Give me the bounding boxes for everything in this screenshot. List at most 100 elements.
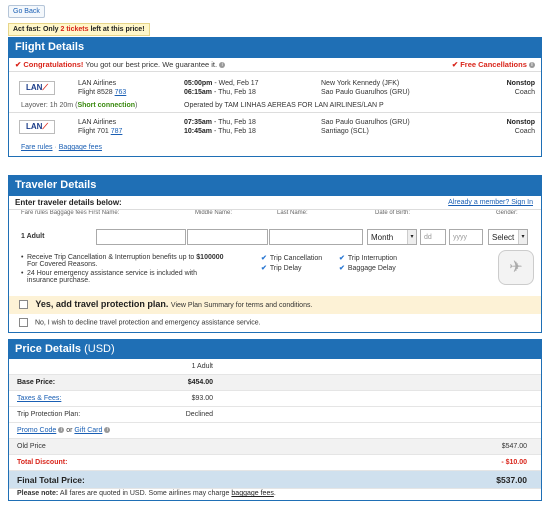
flight-segment: LAN⟋ LAN Airlines Flight 8528 763 05:00p… [9,79,541,101]
flight-segment: LAN⟋ LAN Airlines Flight 701 787 07:35am… [9,118,541,140]
fare-links: Fare rules · Baggage fees [21,144,102,151]
header-first-name: First Name: [88,210,120,216]
fare-rules-link[interactable]: Fare rules [21,144,53,151]
middle-name-input[interactable] [187,229,268,245]
terms-text: for terms and conditions. [235,302,313,309]
chevron-down-icon: ▾ [518,230,527,244]
discount-value: - $10.00 [501,459,527,466]
dob-year-input[interactable]: yyyy [449,229,483,245]
promo-row: Promo Code i or Gift Card i [9,423,541,439]
airline-logo: LAN⟋ [19,120,55,134]
congrats-text: You got our best price. We guarantee it. [85,60,218,69]
price-column-header: 1 Adult [9,359,541,375]
protection-bullets: Receive Trip Cancellation & Interruption… [21,254,261,286]
enter-details-row: Enter traveler details below: Already a … [9,196,541,210]
traveler-details-panel: Traveler Details Enter traveler details … [8,175,542,333]
benefit-item: ✔ Baggage Delay [339,264,397,274]
protection-row: Trip Protection Plan: Declined [9,407,541,423]
dep-day: - Wed, Feb 17 [212,80,259,87]
bullet2-text: 24 Hour emergency assistance service is … [27,270,198,284]
old-price-row: Old Price $547.00 [9,439,541,455]
price-note: Please note: All fares are quoted in USD… [17,490,276,497]
plan-summary-link[interactable]: View Plan Summary [171,302,234,309]
banner-only: Only [42,26,59,33]
flight-number: Flight 8528 763 [78,89,126,96]
info-icon[interactable]: i [529,62,535,69]
free-cancellations: ✔ Free Cancellations i [452,60,535,69]
airplane-shield-icon: ✈ [498,250,534,285]
gender-select[interactable]: Select ▾ [488,229,528,245]
benefit-label: Trip Cancellation [269,255,323,262]
month-value: Month [371,233,394,242]
go-back-button[interactable]: Go Back [8,5,45,18]
check-icon: ✔ [15,60,22,69]
info-icon[interactable]: i [219,62,226,69]
final-total-label: Final Total Price: [17,475,85,485]
note-text: All fares are quoted in USD. Some airlin… [59,490,230,497]
traveler-row-label: 1 Adult [21,233,45,240]
discount-label: Total Discount: [17,459,68,466]
arrival-time: 10:45am - Thu, Feb 18 [184,128,256,135]
cabin-class: Coach [514,89,535,96]
destination-airport: Sao Paulo Guarulhos (GRU) [321,89,410,96]
dep-time: 07:35am [184,119,213,126]
benefit-item: ✔ Trip Cancellation [261,254,322,264]
checkmark-icon: ✔ [339,255,345,262]
taxes-row: Taxes & Fees: $93.00 [9,391,541,407]
flight-number: Flight 701 787 [78,128,122,135]
taxes-value: $93.00 [191,395,213,402]
dep-time: 05:00pm [184,80,213,87]
bullet1-text: Receive Trip Cancellation & Interruption… [27,254,195,261]
act-fast-banner: Act fast: Only 2 tickets left at this pr… [8,23,150,36]
baggage-fees-note-link[interactable]: baggage fees [231,490,273,497]
final-total-value: $537.00 [496,475,527,485]
arr-day: - Thu, Feb 18 [212,89,256,96]
logo-mark: ⟋ [42,122,49,131]
last-name-input[interactable] [269,229,363,245]
dob-month-select[interactable]: Month ▾ [367,229,417,245]
logo-text: LAN [25,83,43,92]
checkmark-icon: ✔ [339,265,345,272]
decline-protection-checkbox[interactable] [19,318,28,327]
decline-protection-row[interactable]: No, I wish to decline travel protection … [19,318,261,327]
gender-value: Select [492,233,515,242]
price-details-title: Price Details (USD) [9,340,541,359]
info-icon[interactable]: i [104,427,111,434]
aircraft-link[interactable]: 763 [115,89,127,96]
baggage-fees-link[interactable]: Baggage fees [59,144,102,151]
price-title: Price Details [15,343,82,355]
bullet1-amount: $100000 [196,254,224,261]
flight-label: Flight 8528 [78,89,113,96]
taxes-fees-link[interactable]: Taxes & Fees: [17,395,61,402]
bullet-item: 24 Hour emergency assistance service is … [21,270,221,284]
promo-code-link[interactable]: Promo Code [17,427,56,434]
flight-details-title: Flight Details [9,38,541,58]
dob-day-input[interactable]: dd [420,229,446,245]
first-name-input[interactable] [96,229,186,245]
banner-count: 2 tickets [60,26,89,33]
aircraft-link[interactable]: 787 [111,128,123,135]
airline-name: LAN Airlines [78,119,117,126]
overlap-baggage-fees: Baggage fees [49,210,87,216]
old-price-label: Old Price [17,443,46,450]
column-header-overlap: Fare rules Baggage fees First Name: [21,210,181,217]
divider [9,112,541,113]
old-price-value: $547.00 [501,443,527,450]
price-unit: (USD) [84,343,115,355]
gift-card-link[interactable]: Gift Card [74,427,102,434]
airline-name: LAN Airlines [78,80,117,87]
airline-logo: LAN⟋ [19,81,55,95]
traveler-details-title: Traveler Details [9,176,541,196]
discount-row: Total Discount: - $10.00 [9,455,541,471]
free-cancel-label: Free Cancellations [460,60,527,69]
decline-protection-label: No, I wish to decline travel protection … [34,319,261,327]
overlap-fare-rules: Fare rules [21,210,49,216]
add-protection-checkbox[interactable] [19,300,28,310]
departure-time: 05:00pm - Wed, Feb 17 [184,80,259,87]
info-icon[interactable]: i [58,427,65,434]
benefit-item: ✔ Trip Delay [261,264,322,274]
add-protection-row[interactable]: Yes, add travel protection plan. View Pl… [9,296,541,314]
sign-in-link[interactable]: Already a member? Sign In [448,199,533,206]
check-icon: ✔ [451,60,459,69]
stops: Nonstop [506,119,535,126]
